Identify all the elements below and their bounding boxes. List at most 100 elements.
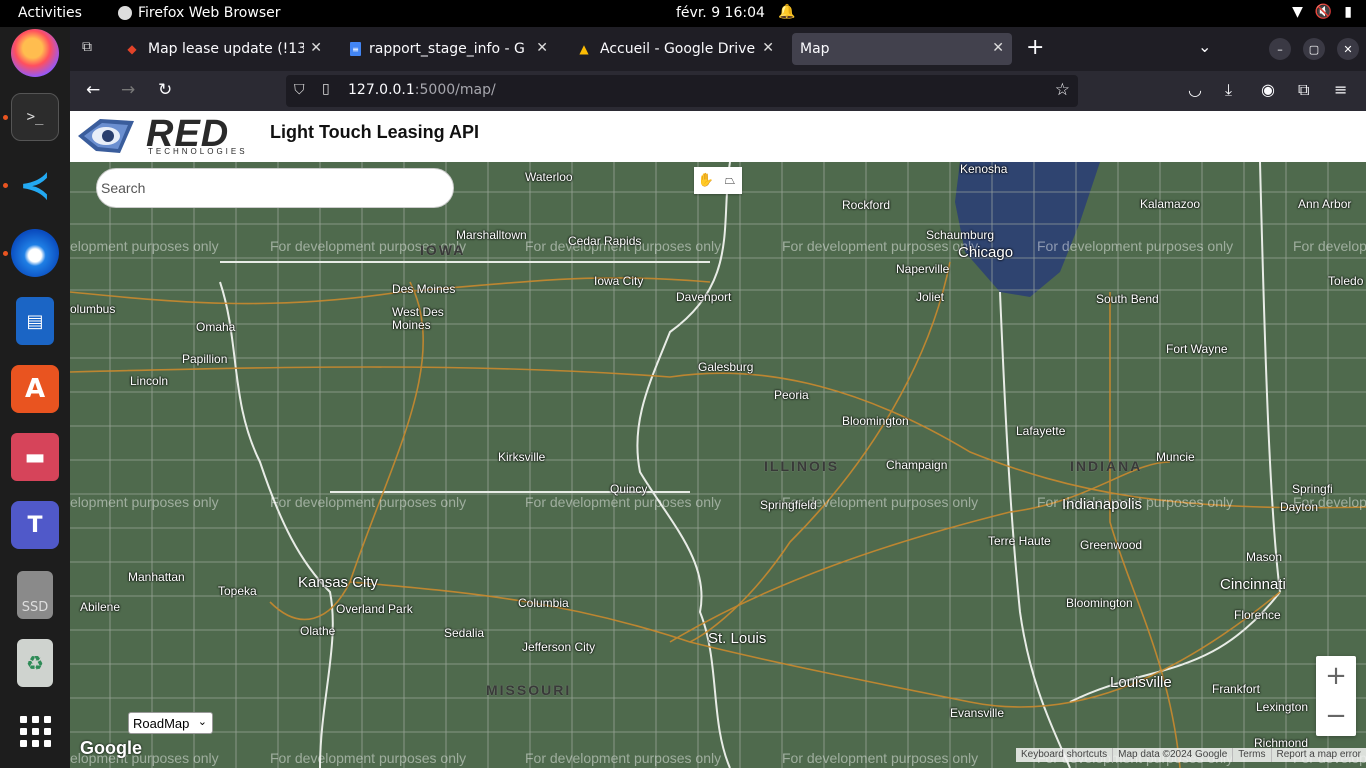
city-label: Cedar Rapids: [568, 234, 642, 248]
close-window-button[interactable]: ✕: [1337, 38, 1359, 60]
dock: >_ ≺ ▤ A ▬ T SSD ♻: [0, 27, 70, 768]
city-label: Olathe: [300, 624, 336, 638]
trash-icon[interactable]: ♻: [17, 639, 53, 687]
map-type-value: RoadMap: [133, 715, 190, 731]
google-drive-icon: ▲: [579, 42, 589, 56]
city-label: Joliet: [916, 290, 945, 304]
back-button[interactable]: ←: [86, 80, 100, 100]
city-label: Davenport: [676, 290, 732, 304]
city-label: Louisville: [1110, 674, 1172, 691]
hand-pan-icon[interactable]: ✋: [694, 167, 718, 194]
city-label: Frankfort: [1212, 682, 1261, 696]
google-logo[interactable]: Google: [80, 738, 142, 759]
firefox-view-icon[interactable]: ⧉: [82, 39, 92, 55]
watermark: For development purposes only: [525, 494, 722, 510]
url-text[interactable]: 127.0.0.1:5000/map/: [348, 82, 496, 98]
firefox-window: ⧉ ◆ Map lease update (!13) · N ✕ ≡ rappo…: [70, 27, 1366, 768]
map-type-select[interactable]: RoadMap ⌄: [128, 712, 213, 734]
city-label: Naperville: [896, 262, 950, 276]
app-menu[interactable]: Firefox Web Browser: [118, 5, 281, 21]
close-tab-icon[interactable]: ✕: [536, 40, 548, 56]
tracking-protection-shield-icon[interactable]: ⛉: [294, 82, 305, 98]
extensions-icon[interactable]: ⧉: [1298, 80, 1309, 100]
city-label: Bloomington: [842, 414, 909, 428]
state-label: ILLINOIS: [764, 458, 840, 474]
city-label: Topeka: [218, 584, 257, 598]
city-label: Abilene: [80, 600, 121, 614]
page-info-icon[interactable]: ▯: [322, 81, 330, 97]
bookmark-star-icon[interactable]: ☆: [1055, 80, 1070, 100]
system-tray[interactable]: ▼ 🔇 ▮: [1292, 4, 1352, 20]
city-label: Dayton: [1280, 500, 1319, 514]
tab-map[interactable]: Map ✕: [792, 33, 1012, 65]
downloads-icon[interactable]: ⤓: [1225, 80, 1232, 100]
city-label: Ann Arbor: [1298, 197, 1352, 211]
forward-button[interactable]: →: [121, 80, 135, 100]
clock[interactable]: févr. 9 16:04: [676, 5, 765, 21]
city-label: Kirksville: [498, 450, 546, 464]
city-label: Muncie: [1156, 450, 1195, 464]
activities-button[interactable]: Activities: [18, 5, 82, 21]
watermark: For development purposes only: [270, 494, 467, 510]
list-all-tabs-button[interactable]: ⌄: [1198, 37, 1211, 56]
report-map-error-link[interactable]: Report a map error: [1270, 748, 1366, 762]
close-tab-icon[interactable]: ✕: [992, 40, 1004, 56]
tab-bar: ⧉ ◆ Map lease update (!13) · N ✕ ≡ rappo…: [70, 27, 1366, 71]
zoom-in-button[interactable]: +: [1316, 656, 1356, 696]
tab-gitlab[interactable]: ◆ Map lease update (!13) · N ✕: [116, 33, 330, 65]
watermark: For development purposes only: [1037, 238, 1234, 254]
city-label: Bloomington: [1066, 596, 1133, 610]
files-icon[interactable]: ▬: [11, 433, 59, 481]
city-label: Springfi: [1292, 482, 1333, 496]
terms-link[interactable]: Terms: [1232, 748, 1270, 762]
keyboard-shortcuts-link[interactable]: Keyboard shortcuts: [1016, 748, 1112, 762]
minimize-button[interactable]: –: [1269, 38, 1291, 60]
google-docs-icon: ≡: [350, 42, 361, 56]
city-label: Quincy: [610, 482, 648, 496]
menu-icon[interactable]: ≡: [1334, 80, 1347, 99]
show-apps-icon[interactable]: [11, 707, 59, 755]
city-label: Florence: [1234, 608, 1281, 622]
running-indicator: [3, 115, 8, 120]
watermark: For development purposes only: [782, 750, 979, 766]
app-center-icon[interactable]: A: [11, 365, 59, 413]
city-label: Omaha: [196, 320, 236, 334]
polygon-draw-icon[interactable]: ⏢: [718, 167, 742, 194]
address-bar[interactable]: ⛉ ▯ 127.0.0.1:5000/map/ ☆: [286, 75, 1078, 107]
state-label: IOWA: [420, 242, 466, 258]
url-path: :5000/map/: [414, 82, 496, 98]
terminal-icon[interactable]: >_: [11, 93, 59, 141]
tab-google-drive[interactable]: ▲ Accueil - Google Drive ✕: [568, 33, 782, 65]
city-label: Lafayette: [1016, 424, 1066, 438]
city-label: Kansas City: [298, 574, 379, 591]
zoom-out-button[interactable]: −: [1316, 696, 1356, 736]
close-tab-icon[interactable]: ✕: [762, 40, 774, 56]
new-tab-button[interactable]: +: [1026, 35, 1044, 60]
thunderbird-icon[interactable]: [11, 229, 59, 277]
ssd-drive-icon[interactable]: SSD: [17, 571, 53, 619]
reload-button[interactable]: ↻: [158, 80, 172, 100]
account-icon[interactable]: ◉: [1261, 80, 1275, 99]
search-input[interactable]: [96, 168, 454, 208]
vscode-icon[interactable]: ≺: [11, 161, 59, 209]
logo-subtitle: TECHNOLOGIES: [148, 147, 248, 156]
system-top-bar: Activities Firefox Web Browser févr. 9 1…: [0, 0, 1366, 27]
writer-icon[interactable]: ▤: [16, 297, 54, 345]
state-label: INDIANA: [1070, 458, 1143, 474]
teams-icon[interactable]: T: [11, 501, 59, 549]
map-canvas[interactable]: ✋ ⏢ elopment purposes only For developme…: [70, 162, 1366, 768]
watermark: elopment purposes only: [70, 238, 219, 254]
tab-google-docs[interactable]: ≡ rapport_stage_info - Goo ✕: [342, 33, 556, 65]
city-label: Terre Haute: [988, 534, 1051, 548]
volume-muted-icon: 🔇: [1314, 4, 1333, 20]
app-header: RED TECHNOLOGIES Light Touch Leasing API: [70, 111, 1366, 162]
city-label: Galesburg: [698, 360, 754, 374]
city-label: Toledo: [1328, 274, 1364, 288]
pocket-icon[interactable]: ◡: [1188, 80, 1202, 99]
close-tab-icon[interactable]: ✕: [310, 40, 322, 56]
city-label: Papillion: [182, 352, 228, 366]
firefox-icon[interactable]: [11, 29, 59, 77]
maximize-button[interactable]: ▢: [1303, 38, 1325, 60]
battery-icon: ▮: [1344, 4, 1352, 20]
city-label: Rockford: [842, 198, 891, 212]
